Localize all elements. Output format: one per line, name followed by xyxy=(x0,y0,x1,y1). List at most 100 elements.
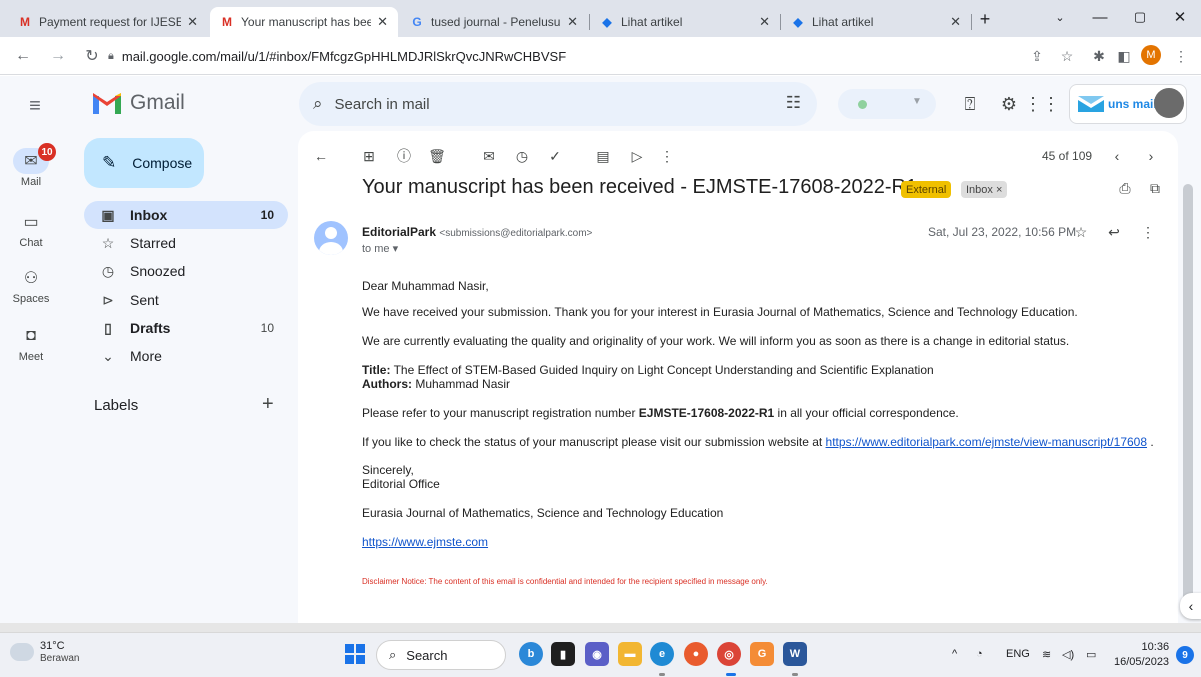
snooze-icon[interactable]: ◷ xyxy=(511,145,533,167)
edge-icon[interactable]: e xyxy=(650,642,674,666)
star-icon[interactable]: ☆ xyxy=(1071,222,1091,242)
minimize-button[interactable]: — xyxy=(1080,4,1120,30)
notification-badge[interactable]: 9 xyxy=(1176,646,1194,664)
chrome-icon[interactable]: ◎ xyxy=(717,642,741,666)
tab-title: Lihat artikel xyxy=(621,15,683,29)
copilot-icon[interactable]: ◔ xyxy=(976,648,983,660)
bookmark-star-icon[interactable]: ☆ xyxy=(1056,45,1078,67)
volume-icon[interactable]: ◁) xyxy=(1062,648,1074,661)
label-icon[interactable]: ▷ xyxy=(626,145,648,167)
side-panel-icon[interactable]: ◧ xyxy=(1113,45,1135,67)
nav-sent[interactable]: ⊳ Sent xyxy=(84,286,288,314)
google-slides-icon[interactable]: G xyxy=(750,642,774,666)
more-actions-icon[interactable]: ⋮ xyxy=(656,145,678,167)
weather-widget[interactable]: 31°C Berawan xyxy=(10,640,79,664)
task-view-icon[interactable]: ▮ xyxy=(551,642,575,666)
help-icon[interactable]: ⍰ xyxy=(958,92,982,116)
scrollbar[interactable] xyxy=(1183,184,1193,614)
add-task-icon[interactable]: ✓ xyxy=(544,145,566,167)
wifi-icon[interactable]: ≋ xyxy=(1042,648,1051,661)
rail-chat[interactable]: ▭ Chat xyxy=(0,209,62,249)
newer-chevron-icon[interactable]: ‹ xyxy=(1106,145,1128,167)
sender-line: EditorialPark <submissions@editorialpark… xyxy=(362,225,592,239)
tab-lihat-artikel-2[interactable]: ◆ Lihat artikel ✕ xyxy=(781,7,971,37)
rail-label: Spaces xyxy=(12,293,50,305)
chevron-up-icon[interactable]: ^ xyxy=(952,648,957,660)
address-bar[interactable]: 🔒︎ mail.google.com/mail/u/1/#inbox/FMfcg… xyxy=(108,42,1118,70)
recipients-toggle[interactable]: to me ▾ xyxy=(362,242,398,255)
language-indicator[interactable]: ENG xyxy=(1006,648,1030,660)
message-more-icon[interactable]: ⋮ xyxy=(1138,222,1158,242)
settings-gear-icon[interactable]: ⚙ xyxy=(997,92,1021,116)
battery-icon[interactable]: ▭ xyxy=(1086,648,1096,661)
browser-menu-icon[interactable]: ⋮ xyxy=(1170,45,1192,67)
window-close-button[interactable]: ✕ xyxy=(1160,4,1200,30)
reply-icon[interactable]: ↩ xyxy=(1104,222,1124,242)
tab-manuscript-received[interactable]: M Your manuscript has been re ✕ xyxy=(210,7,398,37)
active-app-indicator xyxy=(726,673,736,676)
word-icon[interactable]: W xyxy=(783,642,807,666)
profile-avatar[interactable]: M xyxy=(1141,45,1161,65)
inbox-label-chip[interactable]: Inbox × xyxy=(961,181,1008,198)
nav-more[interactable]: ⌄ More xyxy=(84,342,288,370)
rail-spaces[interactable]: ⚇ Spaces xyxy=(0,265,62,305)
archive-icon[interactable]: ⊞ xyxy=(358,145,380,167)
close-icon[interactable]: ✕ xyxy=(759,14,770,30)
compose-button[interactable]: ✎ Compose xyxy=(84,138,204,188)
gmail-icon: M xyxy=(222,15,232,29)
firefox-icon[interactable]: ● xyxy=(684,642,708,666)
add-label-icon[interactable]: + xyxy=(262,393,274,416)
search-input[interactable]: Search in mail xyxy=(335,96,430,113)
apps-grid-icon[interactable]: ⋮⋮ xyxy=(1024,92,1060,116)
back-to-inbox-icon[interactable]: ← xyxy=(310,145,332,167)
account-brand: uns mail xyxy=(1108,97,1157,111)
windows-start-icon[interactable] xyxy=(345,644,365,664)
system-clock[interactable]: 10:36 16/05/2023 xyxy=(1114,640,1169,670)
close-icon[interactable]: ✕ xyxy=(950,14,961,30)
mark-unread-icon[interactable]: ✉ xyxy=(478,145,500,167)
authors-line: Authors: Muhammad Nasir xyxy=(362,377,510,391)
meet-icon: ◘ xyxy=(26,327,36,344)
tab-lihat-artikel-1[interactable]: ◆ Lihat artikel ✕ xyxy=(590,7,780,37)
close-icon[interactable]: ✕ xyxy=(377,14,388,30)
manuscript-status-link[interactable]: https://www.editorialpark.com/ejmste/vie… xyxy=(826,435,1147,449)
move-to-icon[interactable]: ▤ xyxy=(592,145,614,167)
delete-icon[interactable]: 🗑︎ xyxy=(426,145,448,167)
rail-meet[interactable]: ◘ Meet xyxy=(0,323,62,363)
open-new-window-icon[interactable]: ⧉ xyxy=(1144,177,1166,199)
gmail-app: ≡ Gmail ⌕ Search in mail ☷ ▼ ⍰ ⚙ ⋮⋮ uns … xyxy=(0,76,1201,623)
forward-arrow-icon[interactable]: → xyxy=(47,45,69,67)
taskbar-search[interactable]: ⌕ Search xyxy=(376,640,506,670)
side-panel-toggle-icon[interactable]: ‹ xyxy=(1180,593,1201,619)
tab-search-button[interactable]: ⌄ xyxy=(1040,4,1080,30)
user-avatar[interactable] xyxy=(1154,88,1184,118)
file-explorer-icon[interactable]: ▬ xyxy=(618,642,642,666)
nav-inbox[interactable]: ▣ Inbox 10 xyxy=(84,201,288,229)
browser-toolbar: ← → ↻ 🔒︎ mail.google.com/mail/u/1/#inbox… xyxy=(0,37,1201,75)
extensions-icon[interactable]: ✱ xyxy=(1088,45,1110,67)
tab-payment-request[interactable]: M Payment request for IJESE-0 ✕ xyxy=(8,7,208,37)
nav-snoozed[interactable]: ◷ Snoozed xyxy=(84,257,288,285)
draft-icon: ▯ xyxy=(104,319,112,336)
rail-label: Chat xyxy=(19,237,43,249)
main-menu-icon[interactable]: ≡ xyxy=(23,94,47,118)
share-icon[interactable]: ⇪ xyxy=(1026,45,1048,67)
bing-icon[interactable]: b xyxy=(519,642,543,666)
tab-google-search[interactable]: G tused journal - Penelusuran ✕ xyxy=(400,7,588,37)
maximize-button[interactable]: ▢ xyxy=(1120,4,1160,30)
nav-starred[interactable]: ☆ Starred xyxy=(84,229,288,257)
back-arrow-icon[interactable]: ← xyxy=(12,45,34,67)
search-options-icon[interactable]: ☷ xyxy=(786,93,801,113)
teams-chat-icon[interactable]: ◉ xyxy=(585,642,609,666)
new-tab-button[interactable]: + xyxy=(972,6,998,32)
nav-drafts[interactable]: ▯ Drafts 10 xyxy=(84,314,288,342)
journal-website-link[interactable]: https://www.ejmste.com xyxy=(362,535,488,549)
search-bar[interactable]: ⌕ Search in mail ☷ xyxy=(299,82,817,126)
older-chevron-icon[interactable]: › xyxy=(1140,145,1162,167)
print-icon[interactable]: ⎙ xyxy=(1114,177,1136,199)
gmail-logo[interactable]: Gmail xyxy=(92,91,185,115)
close-icon[interactable]: ✕ xyxy=(567,14,578,30)
report-spam-icon[interactable]: ⓘ xyxy=(393,145,415,167)
reload-icon[interactable]: ↻ xyxy=(81,45,103,67)
close-icon[interactable]: ✕ xyxy=(187,14,198,30)
